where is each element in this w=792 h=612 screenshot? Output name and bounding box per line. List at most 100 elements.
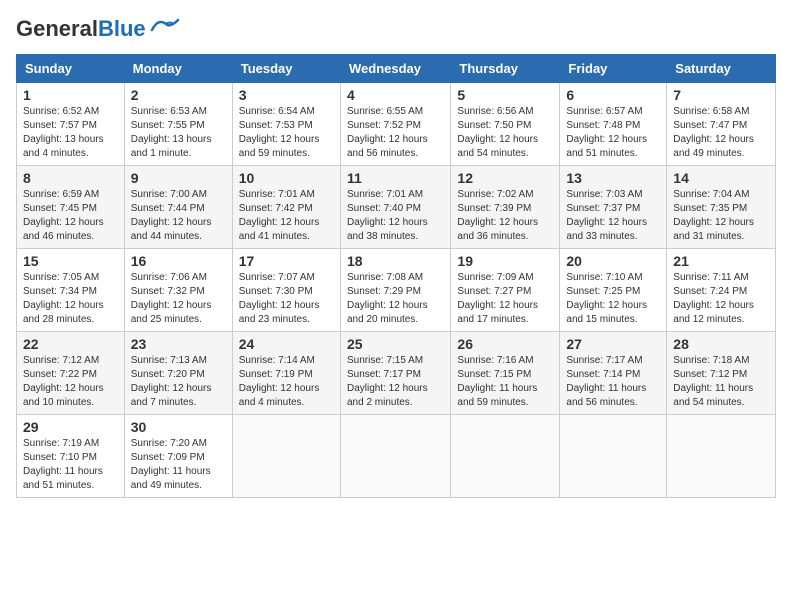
calendar-cell xyxy=(451,415,560,498)
day-info: Sunrise: 6:52 AMSunset: 7:57 PMDaylight:… xyxy=(23,106,104,159)
day-info: Sunrise: 7:03 AMSunset: 7:37 PMDaylight:… xyxy=(566,189,647,242)
day-info: Sunrise: 7:04 AMSunset: 7:35 PMDaylight:… xyxy=(673,189,754,242)
day-header-friday: Friday xyxy=(560,55,667,83)
calendar-cell: 25 Sunrise: 7:15 AMSunset: 7:17 PMDaylig… xyxy=(340,332,450,415)
calendar-cell: 22 Sunrise: 7:12 AMSunset: 7:22 PMDaylig… xyxy=(17,332,125,415)
calendar-cell: 10 Sunrise: 7:01 AMSunset: 7:42 PMDaylig… xyxy=(232,166,340,249)
day-number: 17 xyxy=(239,253,334,269)
calendar-cell: 5 Sunrise: 6:56 AMSunset: 7:50 PMDayligh… xyxy=(451,83,560,166)
calendar-cell: 18 Sunrise: 7:08 AMSunset: 7:29 PMDaylig… xyxy=(340,249,450,332)
day-number: 18 xyxy=(347,253,444,269)
calendar-cell: 9 Sunrise: 7:00 AMSunset: 7:44 PMDayligh… xyxy=(124,166,232,249)
calendar-cell: 3 Sunrise: 6:54 AMSunset: 7:53 PMDayligh… xyxy=(232,83,340,166)
day-header-saturday: Saturday xyxy=(667,55,776,83)
calendar-cell xyxy=(340,415,450,498)
day-number: 26 xyxy=(457,336,553,352)
day-number: 9 xyxy=(131,170,226,186)
day-info: Sunrise: 7:01 AMSunset: 7:42 PMDaylight:… xyxy=(239,189,320,242)
day-number: 28 xyxy=(673,336,769,352)
calendar-cell: 17 Sunrise: 7:07 AMSunset: 7:30 PMDaylig… xyxy=(232,249,340,332)
logo-text: GeneralBlue xyxy=(16,16,146,42)
calendar-table: SundayMondayTuesdayWednesdayThursdayFrid… xyxy=(16,54,776,498)
week-row-2: 8 Sunrise: 6:59 AMSunset: 7:45 PMDayligh… xyxy=(17,166,776,249)
day-info: Sunrise: 7:16 AMSunset: 7:15 PMDaylight:… xyxy=(457,355,537,408)
calendar-cell: 13 Sunrise: 7:03 AMSunset: 7:37 PMDaylig… xyxy=(560,166,667,249)
day-info: Sunrise: 7:00 AMSunset: 7:44 PMDaylight:… xyxy=(131,189,212,242)
day-info: Sunrise: 7:19 AMSunset: 7:10 PMDaylight:… xyxy=(23,438,103,491)
calendar-cell xyxy=(667,415,776,498)
calendar-cell: 1 Sunrise: 6:52 AMSunset: 7:57 PMDayligh… xyxy=(17,83,125,166)
calendar-cell: 21 Sunrise: 7:11 AMSunset: 7:24 PMDaylig… xyxy=(667,249,776,332)
day-number: 16 xyxy=(131,253,226,269)
day-info: Sunrise: 7:14 AMSunset: 7:19 PMDaylight:… xyxy=(239,355,320,408)
day-info: Sunrise: 6:58 AMSunset: 7:47 PMDaylight:… xyxy=(673,106,754,159)
day-info: Sunrise: 6:56 AMSunset: 7:50 PMDaylight:… xyxy=(457,106,538,159)
calendar-cell xyxy=(560,415,667,498)
day-info: Sunrise: 7:18 AMSunset: 7:12 PMDaylight:… xyxy=(673,355,753,408)
day-info: Sunrise: 7:01 AMSunset: 7:40 PMDaylight:… xyxy=(347,189,428,242)
day-info: Sunrise: 7:06 AMSunset: 7:32 PMDaylight:… xyxy=(131,272,212,325)
calendar-cell: 20 Sunrise: 7:10 AMSunset: 7:25 PMDaylig… xyxy=(560,249,667,332)
calendar-cell: 26 Sunrise: 7:16 AMSunset: 7:15 PMDaylig… xyxy=(451,332,560,415)
day-number: 27 xyxy=(566,336,660,352)
day-number: 6 xyxy=(566,87,660,103)
day-info: Sunrise: 6:57 AMSunset: 7:48 PMDaylight:… xyxy=(566,106,647,159)
day-info: Sunrise: 7:02 AMSunset: 7:39 PMDaylight:… xyxy=(457,189,538,242)
day-number: 10 xyxy=(239,170,334,186)
day-info: Sunrise: 7:11 AMSunset: 7:24 PMDaylight:… xyxy=(673,272,754,325)
day-number: 22 xyxy=(23,336,118,352)
day-info: Sunrise: 6:55 AMSunset: 7:52 PMDaylight:… xyxy=(347,106,428,159)
day-info: Sunrise: 6:53 AMSunset: 7:55 PMDaylight:… xyxy=(131,106,212,159)
day-number: 21 xyxy=(673,253,769,269)
day-number: 24 xyxy=(239,336,334,352)
calendar-cell: 7 Sunrise: 6:58 AMSunset: 7:47 PMDayligh… xyxy=(667,83,776,166)
day-info: Sunrise: 7:15 AMSunset: 7:17 PMDaylight:… xyxy=(347,355,428,408)
logo-bird-icon xyxy=(150,16,180,38)
day-info: Sunrise: 7:05 AMSunset: 7:34 PMDaylight:… xyxy=(23,272,104,325)
day-header-wednesday: Wednesday xyxy=(340,55,450,83)
calendar-cell: 6 Sunrise: 6:57 AMSunset: 7:48 PMDayligh… xyxy=(560,83,667,166)
day-number: 1 xyxy=(23,87,118,103)
week-row-1: 1 Sunrise: 6:52 AMSunset: 7:57 PMDayligh… xyxy=(17,83,776,166)
day-info: Sunrise: 7:09 AMSunset: 7:27 PMDaylight:… xyxy=(457,272,538,325)
calendar-cell: 23 Sunrise: 7:13 AMSunset: 7:20 PMDaylig… xyxy=(124,332,232,415)
day-header-thursday: Thursday xyxy=(451,55,560,83)
day-number: 15 xyxy=(23,253,118,269)
calendar-cell: 28 Sunrise: 7:18 AMSunset: 7:12 PMDaylig… xyxy=(667,332,776,415)
page-header: GeneralBlue xyxy=(16,16,776,42)
calendar-cell: 11 Sunrise: 7:01 AMSunset: 7:40 PMDaylig… xyxy=(340,166,450,249)
calendar-cell: 8 Sunrise: 6:59 AMSunset: 7:45 PMDayligh… xyxy=(17,166,125,249)
day-number: 5 xyxy=(457,87,553,103)
calendar-cell: 4 Sunrise: 6:55 AMSunset: 7:52 PMDayligh… xyxy=(340,83,450,166)
day-number: 19 xyxy=(457,253,553,269)
day-number: 14 xyxy=(673,170,769,186)
logo: GeneralBlue xyxy=(16,16,180,42)
calendar-header-row: SundayMondayTuesdayWednesdayThursdayFrid… xyxy=(17,55,776,83)
day-number: 29 xyxy=(23,419,118,435)
week-row-3: 15 Sunrise: 7:05 AMSunset: 7:34 PMDaylig… xyxy=(17,249,776,332)
day-number: 8 xyxy=(23,170,118,186)
calendar-cell: 12 Sunrise: 7:02 AMSunset: 7:39 PMDaylig… xyxy=(451,166,560,249)
calendar-cell: 24 Sunrise: 7:14 AMSunset: 7:19 PMDaylig… xyxy=(232,332,340,415)
calendar-cell: 15 Sunrise: 7:05 AMSunset: 7:34 PMDaylig… xyxy=(17,249,125,332)
week-row-5: 29 Sunrise: 7:19 AMSunset: 7:10 PMDaylig… xyxy=(17,415,776,498)
week-row-4: 22 Sunrise: 7:12 AMSunset: 7:22 PMDaylig… xyxy=(17,332,776,415)
calendar-cell: 29 Sunrise: 7:19 AMSunset: 7:10 PMDaylig… xyxy=(17,415,125,498)
calendar-cell: 16 Sunrise: 7:06 AMSunset: 7:32 PMDaylig… xyxy=(124,249,232,332)
day-info: Sunrise: 7:13 AMSunset: 7:20 PMDaylight:… xyxy=(131,355,212,408)
day-info: Sunrise: 7:08 AMSunset: 7:29 PMDaylight:… xyxy=(347,272,428,325)
day-header-tuesday: Tuesday xyxy=(232,55,340,83)
day-number: 3 xyxy=(239,87,334,103)
day-info: Sunrise: 7:07 AMSunset: 7:30 PMDaylight:… xyxy=(239,272,320,325)
calendar-cell xyxy=(232,415,340,498)
day-info: Sunrise: 7:10 AMSunset: 7:25 PMDaylight:… xyxy=(566,272,647,325)
calendar-cell: 2 Sunrise: 6:53 AMSunset: 7:55 PMDayligh… xyxy=(124,83,232,166)
day-info: Sunrise: 7:20 AMSunset: 7:09 PMDaylight:… xyxy=(131,438,211,491)
day-info: Sunrise: 7:12 AMSunset: 7:22 PMDaylight:… xyxy=(23,355,104,408)
day-info: Sunrise: 7:17 AMSunset: 7:14 PMDaylight:… xyxy=(566,355,646,408)
day-header-monday: Monday xyxy=(124,55,232,83)
day-number: 13 xyxy=(566,170,660,186)
day-header-sunday: Sunday xyxy=(17,55,125,83)
day-number: 7 xyxy=(673,87,769,103)
day-number: 2 xyxy=(131,87,226,103)
